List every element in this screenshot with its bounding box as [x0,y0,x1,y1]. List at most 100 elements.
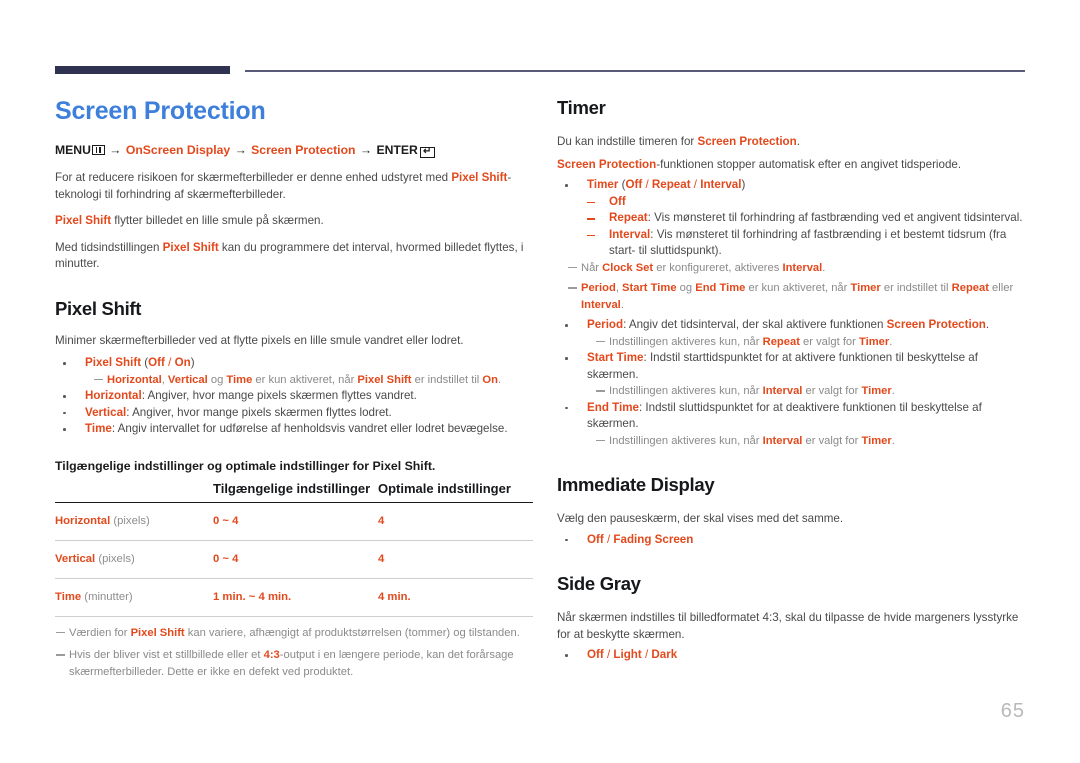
note-sep-5: . [497,373,502,386]
table-note-2-highlight: 4:3 [263,649,280,661]
bullet-term-horizontal: Horizontal [85,389,142,402]
path-arrow-3: → [359,143,373,157]
list-item: Pixel Shift (Off / On) [55,355,533,372]
table-row: Vertical (pixels) 0 ~ 4 4 [55,540,533,579]
row-unit-time: (minutter) [81,590,133,603]
timer-settings-list: Period: Angiv det tidsinterval, der skal… [557,317,1027,449]
menu-path-breadcrumb: MENU → OnScreen Display → Screen Protect… [55,142,533,158]
table-note-1-highlight: Pixel Shift [130,626,185,639]
table-head: Tilgængelige indstillinger Optimale inds… [55,480,533,503]
option-sep-1: / [603,648,614,661]
subitem-text-interval: : Vis mønsteret til forhindring af fastb… [609,227,1007,258]
subitem-text-repeat: : Vis mønsteret til forhindring af fastb… [647,211,1023,224]
table-note-1: Værdien for Pixel Shift kan variere, afh… [55,625,533,642]
intro-p2-highlight: Pixel Shift [55,214,112,227]
note-term-repeat: Repeat [951,282,989,294]
note-term-vertical: Vertical [167,373,208,386]
table-cell-available: 0 ~ 4 [213,502,378,541]
note-sep-2: og [207,373,227,386]
period-text: : Angiv det tidsinterval, der skal aktiv… [623,318,887,331]
option-separator: / [603,532,614,546]
list-item: Interval: Vis mønsteret til forhindring … [557,227,1027,260]
option-repeat: Repeat [651,178,691,191]
intro-paragraph-1: For at reducere risikoen for skærmefterb… [55,170,533,203]
right-column: Timer Du kan indstille timeren for Scree… [557,96,1027,664]
option-off: Off [587,648,604,661]
note-period-repeat-mid: er valgt for [799,335,859,348]
note-period-sep-5: eller [988,282,1014,294]
path-arrow-2: → [234,143,247,157]
section-heading-pixel-shift: Pixel Shift [55,297,142,319]
enter-return-icon: ↵ [419,146,435,158]
note-start-pre: Indstillingen aktiveres kun, når [609,385,763,397]
timer-paragraph-1: Du kan indstille timeren for Screen Prot… [557,134,1027,151]
path-arrow-1: → [109,143,122,157]
option-sep-2: / [690,178,701,191]
row-label-vertical: Vertical [55,552,96,565]
row-label-time: Time [55,590,82,603]
note-sep-3: er kun aktiveret, når [252,373,358,386]
bullet-text-time: : Angiv intervallet for udførelse af hen… [111,422,508,435]
intro-p2-post: flytter billedet en lille smule på skærm… [111,214,324,227]
note-term-timer: Timer [850,282,881,294]
table-header-optimal: Optimale indstillinger [378,480,511,496]
timer-p1-pre: Du kan indstille timeren for [557,135,698,148]
note-clockset-mid: er konfigureret, aktiveres [653,261,783,274]
note-term-interval: Interval [782,261,823,274]
option-off: Off [625,178,643,191]
note-term-timer-2: Timer [859,335,890,348]
bullet-term-time: Time [85,422,112,435]
option-fading-screen: Fading Screen [613,532,694,546]
pixel-shift-intro: Minimer skærmefterbilleder ved at flytte… [55,333,464,347]
table-cell-label: Vertical (pixels) [55,540,213,579]
table-header-row: Tilgængelige indstillinger Optimale inds… [55,480,533,503]
note-period-sep-6: . [620,298,624,311]
menu-path-item-screen-protection[interactable]: Screen Protection [251,143,355,157]
table-row: Horizontal (pixels) 0 ~ 4 4 [55,502,533,541]
table-body: Horizontal (pixels) 0 ~ 4 4 Vertical (pi… [55,502,533,617]
option-dark: Dark [651,648,678,661]
header-thick-rule [55,66,230,74]
period-highlight: Screen Protection [886,318,986,331]
note-period-sep-4: er indstillet til [880,282,952,294]
list-item: End Time: Indstil sluttidspunktet for at… [557,400,1027,433]
document-page: Screen Protection MENU → OnScreen Displa… [0,0,1080,763]
note-term-start-time: Start Time [622,282,677,294]
note-end-pre: Indstillingen aktiveres kun, når [609,434,763,447]
intro-p3-pre: Med tidsindstillingen [55,240,163,254]
list-item: Off [557,194,1027,211]
enter-label: ENTER [376,143,418,157]
bullet-term-end-time: End Time [587,400,639,414]
option-off: Off [587,532,604,546]
table-cell-label: Time (minutter) [55,578,213,617]
table-header-blank [55,480,213,503]
note-period-sep-2: og [676,282,696,294]
menu-grid-icon [91,145,105,155]
list-item: Period: Angiv det tidsinterval, der skal… [557,317,1027,334]
table-note-1-pre: Værdien for [69,626,131,639]
note-term-pixel-shift: Pixel Shift [357,373,412,386]
timer-p1-post: . [796,135,800,148]
bullet-term-start-time: Start Time [587,351,644,364]
left-column: Screen Protection MENU → OnScreen Displa… [55,96,533,680]
list-item: Time: Angiv intervallet for udførelse af… [55,421,533,438]
bullet-text-vertical: : Angiver, hvor mange pixels skærmen fly… [126,405,392,419]
note-term-end-time: End Time [695,282,746,294]
section-heading-side-gray: Side Gray [557,573,641,594]
table-note-2: Hvis der bliver vist et stillbillede ell… [55,647,533,680]
subitem-term-off: Off [609,194,626,208]
list-item: Off / Fading Screen [557,532,1027,549]
menu-path-item-onscreen-display[interactable]: OnScreen Display [126,143,230,157]
list-item: Timer (Off / Repeat / Interval) [557,177,1027,194]
row-unit-vertical: (pixels) [95,552,135,565]
timer-bullet-list: Timer (Off / Repeat / Interval) Off Repe… [557,177,1027,260]
option-sep-2: / [641,648,652,661]
note-period-sep-3: er kun aktiveret, når [745,282,851,294]
table-cell-available: 0 ~ 4 [213,540,378,579]
table-cell-optimal: 4 min. [378,578,533,617]
table-cell-available: 1 min. ~ 4 min. [213,578,378,617]
note-term-period: Period [581,282,616,294]
table-cell-label: Horizontal (pixels) [55,502,213,541]
list-item: Repeat: Vis mønsteret til forhindring af… [557,210,1027,227]
option-on: On [174,356,191,369]
